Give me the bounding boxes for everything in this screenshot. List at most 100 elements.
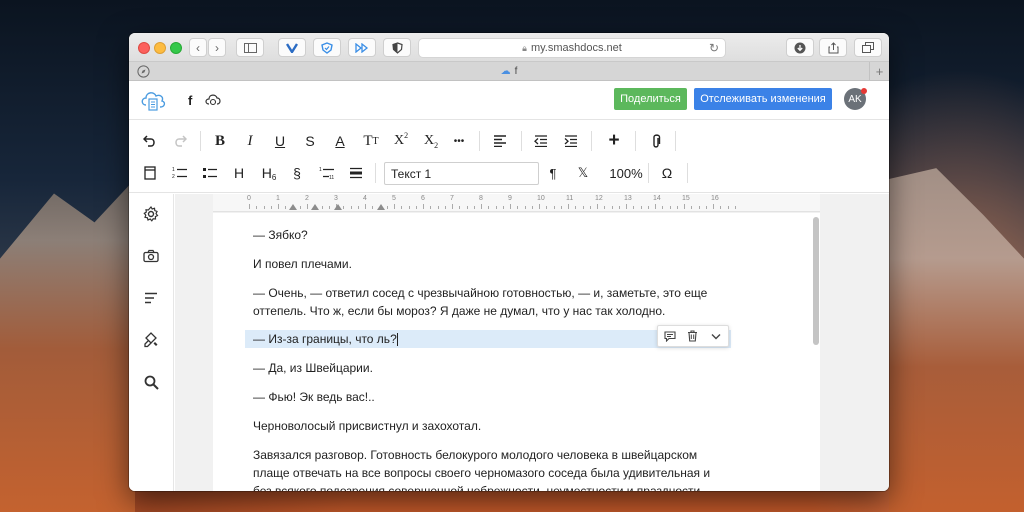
zoom-window-button[interactable]: [170, 42, 182, 54]
section-button[interactable]: §: [286, 163, 308, 183]
ruler-tick: [256, 206, 258, 209]
editor-canvas: 0 1 2 3 4 5 6 7 8 9 10 11 12 13 14 15 16 — Зябко? И пове…: [175, 194, 889, 491]
ruler-tick: [640, 206, 642, 209]
heading-level-button[interactable]: H6: [258, 163, 280, 183]
share-browser-button[interactable]: [819, 38, 847, 57]
ruler-number: 14: [653, 195, 661, 202]
paragraph[interactable]: Черноволосый присвистнул и захохотал.: [253, 417, 733, 435]
bullet-list-button[interactable]: [199, 163, 221, 183]
downloads-button[interactable]: [786, 38, 814, 57]
ruler-indent-marker[interactable]: [377, 204, 385, 210]
ruler-tick: [270, 206, 272, 209]
ruler-tick: [415, 206, 417, 209]
tab-title: f: [514, 65, 518, 77]
align-left-button[interactable]: [489, 131, 511, 151]
paragraph-style-select[interactable]: Текст 1: [384, 162, 539, 185]
clear-formatting-button[interactable]: 𝕏: [572, 163, 594, 183]
search-button[interactable]: [141, 372, 161, 392]
subscript-button[interactable]: X2: [420, 131, 442, 151]
browser-titlebar: ‹ › 🔒︎ my.smashdocs.net ↻: [129, 33, 889, 62]
paragraph[interactable]: — Очень, — ответил сосед с чрезвычайною …: [253, 284, 723, 320]
forward-button[interactable]: ›: [208, 38, 226, 57]
special-characters-button[interactable]: Ω: [656, 163, 678, 183]
tab-active[interactable]: ☁ f: [501, 66, 518, 77]
track-changes-button[interactable]: Отслеживать изменения: [694, 88, 832, 110]
ruler[interactable]: 0 1 2 3 4 5 6 7 8 9 10 11 12 13 14 15 16: [213, 194, 820, 212]
horizontal-rule-button[interactable]: [345, 163, 367, 183]
heading-button[interactable]: H: [228, 163, 250, 183]
extension-privacy-button[interactable]: [383, 38, 411, 57]
minimize-window-button[interactable]: [154, 42, 166, 54]
undo-button[interactable]: [139, 131, 161, 151]
extension-shield-button[interactable]: [313, 38, 341, 57]
camera-icon: [143, 249, 159, 263]
redo-button[interactable]: [169, 131, 191, 151]
numbered-list-button[interactable]: 12: [169, 163, 191, 183]
ruler-indent-marker[interactable]: [311, 204, 319, 210]
toolbar-separator: [479, 131, 480, 151]
underline-button[interactable]: U: [270, 131, 290, 151]
vertical-scrollbar[interactable]: [813, 217, 819, 345]
paragraph[interactable]: — Да, из Швейцарии.: [253, 359, 733, 377]
ruler-indent-marker[interactable]: [289, 204, 297, 210]
cloud-sync-icon[interactable]: [204, 92, 222, 107]
ruler-tick: [713, 204, 714, 209]
sidebar-toggle-button[interactable]: [236, 38, 264, 57]
ruler-tick: [568, 204, 569, 209]
page-layout-button[interactable]: [139, 163, 161, 183]
ruler-tick: [611, 206, 613, 209]
bold-button[interactable]: B: [210, 131, 230, 151]
close-window-button[interactable]: [138, 42, 150, 54]
tabs-overview-button[interactable]: [854, 38, 882, 57]
settings-button[interactable]: [141, 204, 161, 224]
toolbar-separator: [375, 163, 376, 183]
strikethrough-button[interactable]: S: [300, 131, 320, 151]
font-color-button[interactable]: A: [330, 131, 350, 151]
text-size-large: T: [363, 132, 373, 149]
outline-button[interactable]: [141, 288, 161, 308]
list-continue-button[interactable]: 1 11: [316, 163, 338, 183]
comment-icon: [664, 330, 676, 342]
more-actions-button[interactable]: [705, 325, 728, 347]
ruler-indent-marker[interactable]: [334, 204, 342, 210]
new-tab-button[interactable]: +: [869, 62, 889, 81]
document-title[interactable]: f: [188, 93, 192, 108]
chevron-right-icon: ›: [215, 40, 219, 55]
pilcrow-button[interactable]: ¶: [542, 163, 564, 183]
back-button[interactable]: ‹: [189, 38, 207, 57]
gear-icon: [143, 206, 159, 222]
reload-icon[interactable]: ↻: [709, 41, 719, 55]
delete-button[interactable]: [681, 325, 704, 347]
outdent-button[interactable]: [530, 131, 552, 151]
toolbar-separator: [635, 131, 636, 151]
half-shield-icon: [391, 41, 403, 54]
extension-forward-button[interactable]: [348, 38, 376, 57]
document-page[interactable]: — Зябко? И повел плечами. — Очень, — отв…: [213, 213, 820, 491]
outdent-icon: [534, 135, 547, 147]
ruler-tick: [459, 206, 461, 209]
more-formatting-button[interactable]: •••: [447, 131, 471, 151]
extension-v-button[interactable]: [278, 38, 306, 57]
share-button[interactable]: Поделиться: [614, 88, 687, 110]
paragraph[interactable]: И повел плечами.: [253, 255, 733, 273]
compass-icon[interactable]: [137, 65, 150, 78]
superscript-button[interactable]: X2: [390, 131, 412, 151]
paragraph[interactable]: — Зябко?: [253, 226, 733, 244]
ruler-number: 10: [537, 195, 545, 202]
chevron-left-icon: ‹: [196, 40, 200, 55]
comment-button[interactable]: [658, 325, 681, 347]
italic-button[interactable]: I: [240, 131, 260, 151]
insert-button[interactable]: +: [603, 130, 625, 151]
text-size-button[interactable]: TT: [360, 131, 382, 151]
zoom-level-button[interactable]: 100%: [608, 163, 644, 183]
ruler-number: 5: [392, 195, 396, 202]
indent-button[interactable]: [560, 131, 582, 151]
shield-icon: [321, 41, 333, 54]
attachment-button[interactable]: [645, 131, 667, 151]
camera-button[interactable]: [141, 246, 161, 266]
smashdocs-logo-icon[interactable]: [139, 87, 167, 113]
paragraph[interactable]: — Фью! Эк ведь вас!..: [253, 388, 733, 406]
address-bar[interactable]: 🔒︎ my.smashdocs.net ↻: [418, 38, 726, 58]
format-painter-button[interactable]: [141, 330, 161, 350]
paragraph[interactable]: Завязался разговор. Готовность белокурог…: [253, 446, 718, 491]
